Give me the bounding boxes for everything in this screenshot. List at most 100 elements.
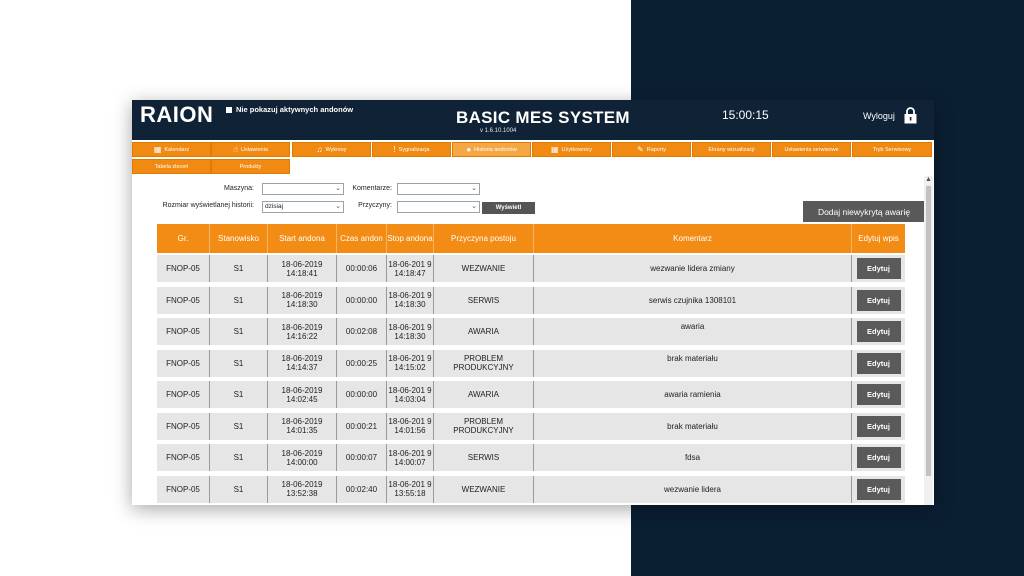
nav-item-label: Wykresy bbox=[325, 146, 347, 153]
table-header: Gr. Stanowisko Start andona Czas andon Stop … bbox=[157, 224, 905, 253]
reasons-label: Przyczyny: bbox=[358, 202, 392, 209]
nav-item-11[interactable]: Tabela zleceń bbox=[132, 159, 211, 174]
cell-comment: awaria bbox=[533, 318, 851, 345]
checkbox-icon[interactable] bbox=[226, 106, 232, 113]
column-header: Przyczyna postoju bbox=[433, 224, 533, 253]
cell-station: S1 bbox=[209, 286, 267, 314]
version-label: v 1.6.10.1004 bbox=[480, 128, 517, 134]
nav-item-5[interactable]: ● Historia andonów bbox=[452, 142, 531, 157]
cell-reason: PROBLEM PRODUKCYJNY bbox=[433, 349, 533, 377]
nav-item-6[interactable]: ▦ Użytkownicy bbox=[532, 142, 611, 157]
cell-duration: 00:02:08 bbox=[336, 318, 386, 345]
cell-station: S1 bbox=[209, 318, 267, 345]
cell-duration: 00:00:06 bbox=[336, 255, 386, 282]
nav-item-label: Raporty bbox=[646, 146, 666, 153]
nav-item-4[interactable]: ! Sygnalizacja bbox=[372, 142, 451, 157]
cell-group: FNOP-05 bbox=[166, 390, 200, 399]
cell-station: S1 bbox=[209, 475, 267, 503]
exclamation-icon: ! bbox=[393, 144, 396, 154]
cell-start: 18-06-2019 14:18:30 bbox=[267, 286, 336, 314]
cell-group: FNOP-05 bbox=[166, 358, 200, 368]
table-row: FNOP-05 S1 18-06-2019 14:02:45 00:00:00 18-0… bbox=[157, 381, 905, 408]
edit-button[interactable]: Edytuj bbox=[856, 258, 901, 279]
add-failure-button[interactable]: Dodaj niewykrytą awarię bbox=[803, 201, 925, 222]
cell-edit: Edytuj bbox=[851, 444, 905, 471]
column-header: Edytuj wpis bbox=[851, 224, 905, 253]
machine-select[interactable]: ⌄ bbox=[262, 183, 344, 195]
edit-button[interactable]: Edytuj bbox=[856, 384, 901, 405]
user-icon: ● bbox=[466, 144, 472, 154]
show-button[interactable]: Wyświetl bbox=[482, 202, 535, 214]
andon-toggle-label: Nie pokazuj aktywnych andonów bbox=[236, 105, 354, 114]
column-header: Stanowisko bbox=[209, 224, 267, 253]
history-size-select[interactable]: dzisiaj ⌄ bbox=[262, 201, 344, 213]
edit-button[interactable]: Edytuj bbox=[856, 289, 901, 311]
edit-button[interactable]: Edytuj bbox=[856, 321, 901, 342]
edit-button[interactable]: Edytuj bbox=[856, 352, 901, 374]
edit-button[interactable]: Edytuj bbox=[856, 447, 901, 468]
scrollbar-thumb[interactable] bbox=[926, 186, 931, 476]
nav-item-7[interactable]: ✎ Raporty bbox=[612, 142, 691, 157]
cell-duration: 00:00:25 bbox=[336, 349, 386, 377]
reasons-select[interactable]: ⌄ bbox=[397, 201, 480, 213]
nav-item-10[interactable]: Tryb Serwisowy bbox=[852, 142, 932, 157]
edit-button[interactable]: Edytuj bbox=[856, 478, 901, 500]
cell-station: S1 bbox=[209, 412, 267, 440]
cell-comment: serwis czujnika 1308101 bbox=[533, 286, 851, 314]
table-row: FNOP-05 S1 18-06-2019 14:16:22 00:02:08 18-0… bbox=[157, 318, 905, 345]
cell-duration: 00:00:07 bbox=[336, 444, 386, 471]
main-navigation: ▦ Kalendarz ☝ Ustawienia ♫ Wykresy! Sygnalizac… bbox=[132, 140, 934, 176]
nav-item-8[interactable]: Ekrany wizualizacji bbox=[692, 142, 771, 157]
cell-edit: Edytuj bbox=[851, 412, 905, 440]
table-row: FNOP-05 S1 18-06-2019 14:18:41 00:00:06 18-0… bbox=[157, 255, 905, 282]
nav-item-label: Ekrany wizualizacji bbox=[708, 146, 755, 153]
logout-link[interactable]: Wyloguj bbox=[863, 111, 895, 121]
comments-label: Komentarze: bbox=[352, 185, 392, 192]
history-size-label: Rozmiar wyświetlanej historii: bbox=[162, 202, 254, 209]
clock: 15:00:15 bbox=[722, 108, 769, 122]
vertical-scrollbar[interactable]: ▲ bbox=[924, 176, 933, 505]
chevron-down-icon: ⌄ bbox=[471, 185, 477, 192]
table-row: FNOP-05 S1 18-06-2019 14:00:00 00:00:07 18-0… bbox=[157, 444, 905, 471]
cell-group: FNOP-05 bbox=[166, 421, 200, 431]
nav-item-label: Sygnalizacja bbox=[398, 146, 430, 153]
cell-comment: wezwanie lidera bbox=[533, 475, 851, 503]
music-note-icon: ♫ bbox=[316, 144, 323, 154]
cell-comment: fdsa bbox=[533, 444, 851, 471]
cell-duration: 00:00:00 bbox=[336, 381, 386, 408]
cell-edit: Edytuj bbox=[851, 349, 905, 377]
comments-select[interactable]: ⌄ bbox=[397, 183, 480, 195]
cell-reason: WEZWANIE bbox=[433, 255, 533, 282]
nav-item-12[interactable]: Produkty bbox=[211, 159, 290, 174]
cell-start: 18-06-2019 14:14:37 bbox=[267, 349, 336, 377]
table-row: FNOP-05 S1 18-06-2019 13:52:38 00:02:40 18-0… bbox=[157, 475, 905, 503]
cell-reason: PROBLEM PRODUKCYJNY bbox=[433, 412, 533, 440]
edit-button[interactable]: Edytuj bbox=[856, 415, 901, 437]
calendar-icon: ▦ bbox=[550, 144, 559, 154]
nav-item-1[interactable]: ▦ Kalendarz bbox=[132, 142, 211, 157]
column-header: Stop andona bbox=[386, 224, 433, 253]
app-window: RAION Nie pokazuj aktywnych andonów BASI… bbox=[132, 100, 934, 505]
cell-group: FNOP-05 bbox=[166, 327, 200, 336]
cell-start: 18-06-2019 14:01:35 bbox=[267, 412, 336, 440]
cell-reason: SERWIS bbox=[433, 286, 533, 314]
machine-label: Maszyna: bbox=[224, 185, 254, 192]
cell-stop: 18-06-201 9 14:18:30 bbox=[386, 286, 433, 314]
cell-stop: 18-06-201 9 14:01:56 bbox=[386, 412, 433, 440]
nav-item-label: Ustawienia bbox=[240, 146, 268, 153]
cell-stop: 18-06-201 9 14:18:47 bbox=[386, 255, 433, 282]
cell-edit: Edytuj bbox=[851, 381, 905, 408]
cell-duration: 00:00:00 bbox=[336, 286, 386, 314]
hand-pointer-icon: ☝ bbox=[233, 144, 238, 154]
hide-active-andons-toggle[interactable]: Nie pokazuj aktywnych andonów bbox=[226, 105, 353, 114]
cell-stop: 18-06-201 9 14:18:30 bbox=[386, 318, 433, 345]
lock-icon[interactable] bbox=[903, 107, 918, 124]
page-title: BASIC MES SYSTEM bbox=[456, 108, 630, 127]
nav-item-9[interactable]: Ustawienia serwisowe bbox=[772, 142, 851, 157]
column-header: Start andona bbox=[267, 224, 336, 253]
nav-item-3[interactable]: ♫ Wykresy bbox=[292, 142, 371, 157]
cell-reason: AWARIA bbox=[433, 318, 533, 345]
nav-item-2[interactable]: ☝ Ustawienia bbox=[211, 142, 290, 157]
cell-start: 18-06-2019 14:02:45 bbox=[267, 381, 336, 408]
scroll-up-icon[interactable]: ▲ bbox=[925, 176, 932, 183]
